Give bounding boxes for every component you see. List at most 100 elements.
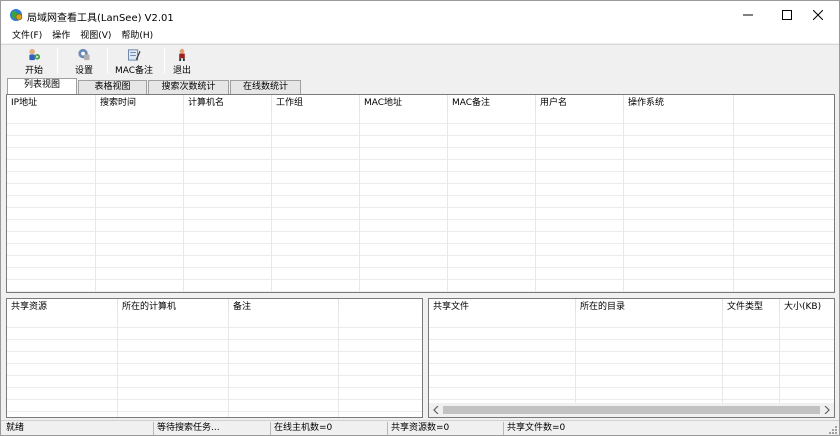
grid-row-line — [7, 411, 422, 412]
col-header-search-time[interactable]: 搜索时间 — [96, 95, 184, 111]
col-header-mac-note[interactable]: MAC备注 — [448, 95, 536, 111]
scroll-track[interactable] — [443, 403, 820, 417]
grid-row-line — [7, 135, 834, 136]
mac-note-button[interactable]: MAC备注 — [112, 46, 156, 76]
window-title: 局域网查看工具(LanSee) V2.01 — [27, 13, 174, 24]
status-online-hosts: 在线主机数=0 — [270, 422, 332, 435]
files-grid[interactable]: 共享文件 所在的目录 文件类型 大小(KB) — [428, 298, 835, 418]
status-file-count: 共享文件数=0 — [503, 422, 565, 435]
col-header-share-resource[interactable]: 共享资源 — [7, 299, 118, 315]
exit-label: 退出 — [172, 66, 191, 76]
exit-button[interactable]: 退出 — [168, 46, 196, 76]
col-header-shared-file[interactable]: 共享文件 — [429, 299, 576, 315]
chevron-left-icon — [433, 406, 439, 414]
status-bar: 就绪 等待搜索任务... 在线主机数=0 共享资源数=0 共享文件数=0 — [1, 420, 839, 435]
grid-row-line — [429, 375, 834, 376]
grid-column-line — [733, 111, 734, 292]
grid-row-line — [7, 183, 834, 184]
col-header-ip[interactable]: IP地址 — [7, 95, 96, 111]
tab-online-count[interactable]: 在线数统计 — [230, 80, 301, 94]
grid-row-line — [7, 327, 422, 328]
toolbar-separator — [57, 48, 58, 74]
grid-row-line — [7, 171, 834, 172]
exit-icon — [179, 48, 185, 61]
files-horizontal-scrollbar[interactable] — [429, 403, 834, 417]
minimize-icon — [743, 14, 753, 16]
grid-row-line — [7, 159, 834, 160]
menu-bar: 文件(F) 操作 视图(V) 帮助(H) — [1, 29, 839, 43]
grid-row-line — [7, 195, 834, 196]
settings-button[interactable]: 设置 — [68, 46, 100, 76]
toolbar-separator — [164, 48, 165, 74]
scroll-left-button[interactable] — [429, 403, 443, 417]
grid-row-line — [7, 387, 422, 388]
grid-row-line — [7, 207, 834, 208]
shares-grid[interactable]: 共享资源 所在的计算机 备注 — [6, 298, 423, 418]
grid-row-line — [7, 243, 834, 244]
grid-column-line — [779, 315, 780, 403]
col-header-workgroup[interactable]: 工作组 — [272, 95, 360, 111]
shares-body — [7, 315, 422, 417]
grid-row-line — [429, 399, 834, 400]
menu-file[interactable]: 文件(F) — [7, 29, 47, 43]
grid-row-line — [7, 351, 422, 352]
tab-list-view[interactable]: 列表视图 — [7, 78, 77, 94]
settings-label: 设置 — [74, 66, 93, 76]
grid-column-line — [117, 315, 118, 417]
status-share-count: 共享资源数=0 — [387, 422, 449, 435]
toolbar: 开始 设置 MAC备注 退出 — [1, 44, 839, 76]
grid-row-line — [7, 147, 834, 148]
grid-row-line — [7, 123, 834, 124]
col-header-directory[interactable]: 所在的目录 — [576, 299, 723, 315]
host-list-grid[interactable]: IP地址 搜索时间 计算机名 工作组 MAC地址 MAC备注 用户名 操作系统 — [6, 94, 835, 293]
status-ready: 就绪 — [6, 423, 25, 433]
app-globe-icon — [10, 9, 23, 21]
col-header-remark[interactable]: 备注 — [229, 299, 339, 315]
host-list-header: IP地址 搜索时间 计算机名 工作组 MAC地址 MAC备注 用户名 操作系统 — [7, 95, 834, 111]
grid-row-line — [7, 219, 834, 220]
files-body — [429, 315, 834, 403]
tab-search-count[interactable]: 搜索次数统计 — [148, 80, 229, 94]
grid-column-line — [95, 111, 96, 292]
col-header-mac-address[interactable]: MAC地址 — [360, 95, 448, 111]
grid-column-line — [271, 111, 272, 292]
grid-row-line — [429, 339, 834, 340]
title-bar: 局域网查看工具(LanSee) V2.01 — [1, 1, 839, 29]
grid-row-line — [7, 279, 834, 280]
grid-column-line — [623, 111, 624, 292]
grid-column-line — [535, 111, 536, 292]
col-header-host-computer[interactable]: 所在的计算机 — [118, 299, 229, 315]
col-header-file-type[interactable]: 文件类型 — [723, 299, 780, 315]
grid-row-line — [429, 351, 834, 352]
view-tabs: 列表视图 表格视图 搜索次数统计 在线数统计 — [5, 78, 835, 94]
grid-column-line — [183, 111, 184, 292]
col-header-size[interactable]: 大小(KB) — [780, 299, 834, 315]
status-task: 等待搜索任务... — [153, 422, 220, 435]
grid-column-line — [575, 315, 576, 403]
start-icon — [29, 48, 41, 61]
grid-row-line — [429, 327, 834, 328]
tab-table-view[interactable]: 表格视图 — [78, 80, 147, 94]
scroll-right-button[interactable] — [820, 403, 834, 417]
grid-row-line — [429, 363, 834, 364]
grid-column-line — [722, 315, 723, 403]
col-header-computer-name[interactable]: 计算机名 — [184, 95, 272, 111]
col-header-username[interactable]: 用户名 — [536, 95, 624, 111]
start-button[interactable]: 开始 — [19, 46, 49, 76]
menu-view[interactable]: 视图(V) — [75, 29, 116, 43]
scroll-thumb[interactable] — [443, 406, 820, 414]
menu-help[interactable]: 帮助(H) — [116, 29, 158, 43]
close-button[interactable] — [795, 1, 840, 29]
grid-column-line — [447, 111, 448, 292]
shares-header: 共享资源 所在的计算机 备注 — [7, 299, 422, 315]
grid-row-line — [7, 399, 422, 400]
col-header-os[interactable]: 操作系统 — [624, 95, 734, 111]
toolbar-separator — [107, 48, 108, 74]
grid-row-line — [7, 291, 834, 292]
mac-note-icon — [128, 49, 141, 61]
resize-grip-icon[interactable] — [827, 424, 837, 434]
grid-row-line — [7, 255, 834, 256]
grid-row-line — [7, 267, 834, 268]
start-label: 开始 — [24, 66, 43, 76]
menu-operation[interactable]: 操作 — [47, 29, 75, 43]
